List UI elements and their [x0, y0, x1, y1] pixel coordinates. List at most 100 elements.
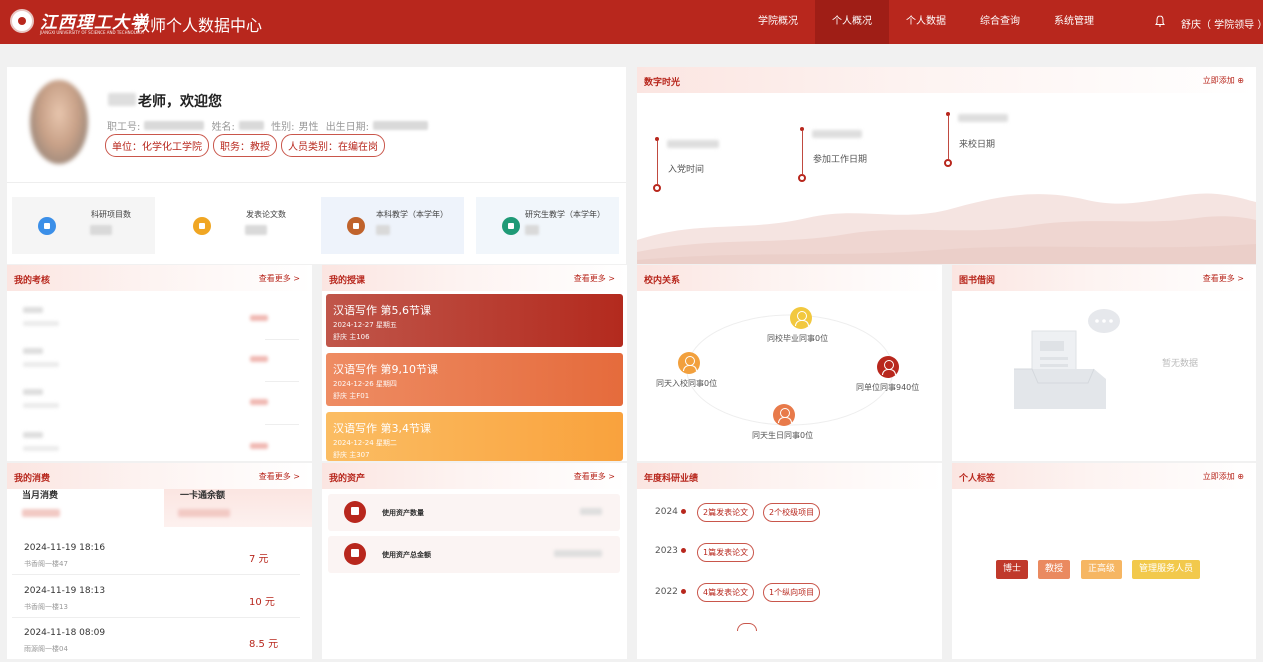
- card-title: 我的授课: [329, 276, 366, 286]
- same-unit-colleague-icon[interactable]: [877, 356, 899, 378]
- card-title: 数字时光: [644, 78, 681, 88]
- welcome-text: 老师，欢迎您: [138, 94, 222, 110]
- tag-doctor[interactable]: 博士: [996, 560, 1029, 579]
- stat-label: 本科教学（本学年）: [376, 210, 448, 219]
- card-title: 图书借阅: [959, 276, 996, 286]
- monitor-icon: [344, 501, 366, 523]
- nav-college-overview[interactable]: 学院概况: [741, 0, 815, 44]
- lesson-card[interactable]: 汉语写作 第9,10节课 2024-12-26 星期四 舒庆 主F01: [326, 353, 623, 406]
- card-title: 我的考核: [14, 276, 51, 286]
- top-bar: 江西理工大学 JIANGXI UNIVERSITY OF SCIENCE AND…: [0, 0, 1263, 44]
- timeline-ring: [798, 174, 806, 182]
- nav-system-management[interactable]: 系统管理: [1037, 0, 1111, 44]
- lesson-title: 汉语写作 第9,10节课: [333, 363, 438, 376]
- view-more-link[interactable]: 查看更多 >: [574, 273, 615, 284]
- nav-personal-data[interactable]: 个人数据: [889, 0, 963, 44]
- row-divider: [265, 381, 299, 382]
- month-consumption-tab[interactable]: 当月消费: [22, 488, 58, 501]
- lesson-card[interactable]: 汉语写作 第3,4节课 2024-12-24 星期二 舒庆 主307: [326, 412, 623, 461]
- position-pill: 职务：教授: [213, 134, 277, 157]
- asset-value-blurred: [554, 550, 602, 557]
- timeline-line: [948, 116, 949, 159]
- lesson-title: 汉语写作 第3,4节课: [333, 422, 431, 435]
- nav-personal-overview[interactable]: 个人概况: [815, 0, 889, 44]
- user-menu[interactable]: 舒庆（ 学院领导 ）: [1181, 16, 1263, 31]
- card-title: 校内关系: [644, 276, 681, 286]
- view-more-link[interactable]: 查看更多 >: [259, 471, 300, 482]
- same-school-graduate-icon[interactable]: [790, 307, 812, 329]
- staff-id-label: 职工号:: [107, 122, 141, 133]
- year-dot: [681, 548, 686, 553]
- research-year: 2024: [655, 507, 678, 517]
- lesson-room: 舒庆 主307: [333, 451, 370, 459]
- consumption-amount: 7 元: [249, 554, 269, 565]
- assessment-year-blurred: [23, 348, 43, 354]
- stat-label: 科研项目数: [91, 210, 131, 219]
- same-day-join-icon[interactable]: [678, 352, 700, 374]
- profile-info-row: 职工号: 姓名: 性别: 男性 出生日期:: [107, 118, 432, 133]
- month-consumption-value-blurred: [22, 509, 60, 517]
- bell-icon[interactable]: [1155, 15, 1165, 28]
- row-divider: [265, 424, 299, 425]
- paper-icon: [193, 217, 211, 235]
- lesson-date: 2024-12-24 星期二: [333, 439, 397, 447]
- stat-grad-teaching[interactable]: 研究生教学（本学年）: [476, 197, 619, 254]
- card-balance-tab[interactable]: 一卡通余额: [180, 488, 225, 501]
- same-birthday-icon[interactable]: [773, 404, 795, 426]
- nav-comprehensive-query[interactable]: 综合查询: [963, 0, 1037, 44]
- timeline-ring: [653, 184, 661, 192]
- assessment-result-blurred: [250, 315, 268, 321]
- app-root: 江西理工大学 JIANGXI UNIVERSITY OF SCIENCE AND…: [0, 0, 1263, 662]
- undergrad-teaching-icon: [347, 217, 365, 235]
- stat-undergrad-teaching[interactable]: 本科教学（本学年）: [321, 197, 464, 254]
- timeline-line: [802, 131, 803, 174]
- view-more-link[interactable]: 查看更多 >: [259, 273, 300, 284]
- name-value: [238, 121, 264, 130]
- assessment-year-blurred: [23, 307, 43, 313]
- assessment-sub-blurred: [23, 362, 59, 367]
- lesson-date: 2024-12-26 星期四: [333, 380, 397, 388]
- view-more-link[interactable]: 查看更多 >: [1203, 273, 1244, 284]
- research-tag[interactable]: 1个纵向项目: [763, 583, 821, 602]
- add-now-link[interactable]: 立即添加 ⊕: [1203, 75, 1244, 86]
- library-card: 图书借阅 查看更多 > 暂无数据: [952, 265, 1256, 461]
- research-project-icon: [38, 217, 56, 235]
- teacher-name-blurred: [108, 93, 136, 106]
- view-more-link[interactable]: 查看更多 >: [574, 471, 615, 482]
- card-header: 我的消费 查看更多 >: [7, 463, 312, 489]
- stat-label: 研究生教学（本学年）: [525, 210, 605, 219]
- assessment-result-blurred: [250, 443, 268, 449]
- relation-label: 同天生日同事0位: [752, 431, 814, 440]
- assessment-result-blurred: [250, 399, 268, 405]
- asset-amount-item[interactable]: 使用资产总金额: [328, 536, 620, 573]
- stat-research-projects[interactable]: 科研项目数: [12, 197, 155, 254]
- research-tag[interactable]: 4篇发表论文: [697, 583, 755, 602]
- research-tag[interactable]: 1篇发表论文: [697, 543, 755, 562]
- card-header: 我的资产 查看更多 >: [322, 463, 627, 489]
- card-title: 个人标签: [959, 474, 996, 484]
- relation-label: 同单位同事940位: [856, 383, 920, 392]
- row-divider: [265, 339, 299, 340]
- research-tag[interactable]: 2个校级项目: [763, 503, 821, 522]
- partial-tag: [737, 623, 757, 631]
- card-header: 数字时光 立即添加 ⊕: [637, 67, 1256, 93]
- asset-count-item[interactable]: 使用资产数量: [328, 494, 620, 531]
- research-tag[interactable]: 2篇发表论文: [697, 503, 755, 522]
- asset-value-blurred: [580, 508, 602, 515]
- lesson-card[interactable]: 汉语写作 第5,6节课 2024-12-27 星期五 舒庆 主106: [326, 294, 623, 347]
- stat-papers[interactable]: 发表论文数: [167, 197, 310, 254]
- add-now-link[interactable]: 立即添加 ⊕: [1203, 471, 1244, 482]
- stat-value: [90, 225, 112, 235]
- event-date-blurred: [958, 114, 1008, 122]
- event-label: 入党时间: [668, 165, 705, 175]
- grad-teaching-icon: [502, 217, 520, 235]
- main-nav: 学院概况 个人概况 个人数据 综合查询 系统管理: [741, 0, 1111, 44]
- assessment-year-blurred: [23, 389, 43, 395]
- empty-text: 暂无数据: [1162, 359, 1199, 369]
- event-date-blurred: [812, 130, 862, 138]
- card-header: 我的授课 查看更多 >: [322, 265, 627, 291]
- database-icon: [344, 543, 366, 565]
- tag-management-staff[interactable]: 管理服务人员: [1132, 560, 1201, 579]
- tag-senior-title[interactable]: 正高级: [1081, 560, 1123, 579]
- tag-professor[interactable]: 教授: [1038, 560, 1071, 579]
